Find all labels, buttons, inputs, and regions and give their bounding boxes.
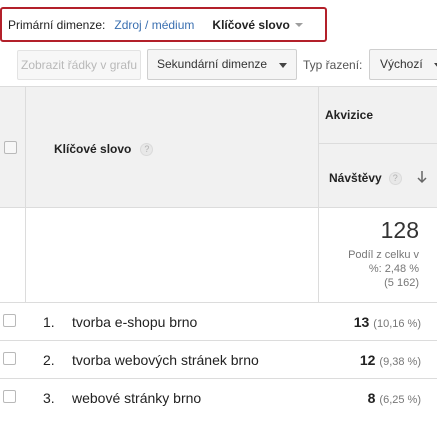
row-visits-count: 8 — [367, 390, 376, 406]
row-visits: 12 (9,38 %) — [360, 352, 421, 368]
secondary-dimension-label: Sekundární dimenze — [157, 57, 268, 71]
column-divider — [25, 208, 26, 302]
table-row: 3. webové stránky brno 8 (6,25 %) — [0, 378, 437, 416]
column-header-keyword[interactable]: Klíčové slovo ? — [54, 142, 154, 156]
table-row: 2. tvorba webových stránek brno 12 (9,38 … — [0, 340, 437, 378]
column-header-visits[interactable]: Návštěvy ? — [329, 171, 402, 185]
secondary-dimension-dropdown[interactable]: Sekundární dimenze — [147, 49, 297, 80]
table-toolbar: Zobrazit řádky v grafu Sekundární dimenz… — [0, 48, 437, 84]
row-index: 1. — [43, 314, 55, 330]
column-divider — [318, 87, 319, 208]
dimension-link-source-medium[interactable]: Zdroj / médium — [114, 18, 194, 32]
sort-type-dropdown[interactable]: Výchozí — [369, 49, 437, 80]
primary-dimension-bar: Primární dimenze: Zdroj / médium Klíčové… — [0, 7, 327, 42]
row-checkbox[interactable] — [3, 352, 16, 365]
summary-share-line: (5 162) — [384, 277, 419, 289]
table-row: 1. tvorba e-shopu brno 13 (10,16 %) — [0, 302, 437, 340]
row-visits: 8 (6,25 %) — [368, 390, 421, 406]
summary-total-visits: 128 — [380, 217, 419, 243]
column-divider — [25, 87, 26, 208]
row-visits-count: 13 — [353, 314, 370, 330]
question-mark-icon[interactable]: ? — [388, 171, 402, 185]
row-index: 2. — [43, 352, 55, 368]
row-visits-count: 12 — [359, 352, 376, 368]
select-all-checkbox[interactable] — [4, 141, 17, 154]
caret-down-icon — [294, 23, 303, 27]
sort-type-label: Typ řazení: — [303, 58, 363, 72]
arrow-down-icon[interactable] — [415, 169, 429, 185]
group-divider — [318, 143, 437, 144]
row-visits-share: (6,25 %) — [379, 394, 421, 406]
summary-share-line: Podíl z celku v — [348, 249, 419, 261]
row-keyword[interactable]: webové stránky brno — [72, 390, 201, 406]
plot-rows-button[interactable]: Zobrazit řádky v grafu — [17, 50, 141, 80]
row-keyword[interactable]: tvorba webových stránek brno — [72, 352, 259, 368]
row-index: 3. — [43, 390, 55, 406]
row-checkbox[interactable] — [3, 314, 16, 327]
data-table: Klíčové slovo ? Akvizice Návštěvy ? 128 … — [0, 86, 437, 424]
caret-down-icon — [279, 63, 287, 68]
row-checkbox[interactable] — [3, 390, 16, 403]
column-group-acquisition: Akvizice — [325, 108, 374, 122]
summary-row: 128 Podíl z celku v %: 2,48 % (5 162) — [0, 208, 437, 302]
column-header-visits-label: Návštěvy — [329, 171, 382, 185]
row-keyword[interactable]: tvorba e-shopu brno — [72, 314, 197, 330]
summary-share: Podíl z celku v %: 2,48 % (5 162) — [319, 248, 419, 290]
row-visits-share: (9,38 %) — [379, 356, 421, 368]
question-mark-icon[interactable]: ? — [140, 142, 154, 156]
row-visits: 13 (10,16 %) — [354, 314, 421, 330]
column-header-keyword-label: Klíčové slovo — [54, 142, 132, 156]
primary-dimension-label: Primární dimenze: — [8, 17, 106, 32]
dimension-active-keyword-label: Klíčové slovo — [212, 17, 290, 32]
dimension-active-keyword[interactable]: Klíčové slovo — [212, 17, 303, 32]
row-visits-share: (10,16 %) — [373, 318, 421, 330]
sort-type-value: Výchozí — [380, 57, 423, 71]
summary-share-line: %: 2,48 % — [368, 263, 419, 275]
table-header: Klíčové slovo ? Akvizice Návštěvy ? — [0, 86, 437, 208]
